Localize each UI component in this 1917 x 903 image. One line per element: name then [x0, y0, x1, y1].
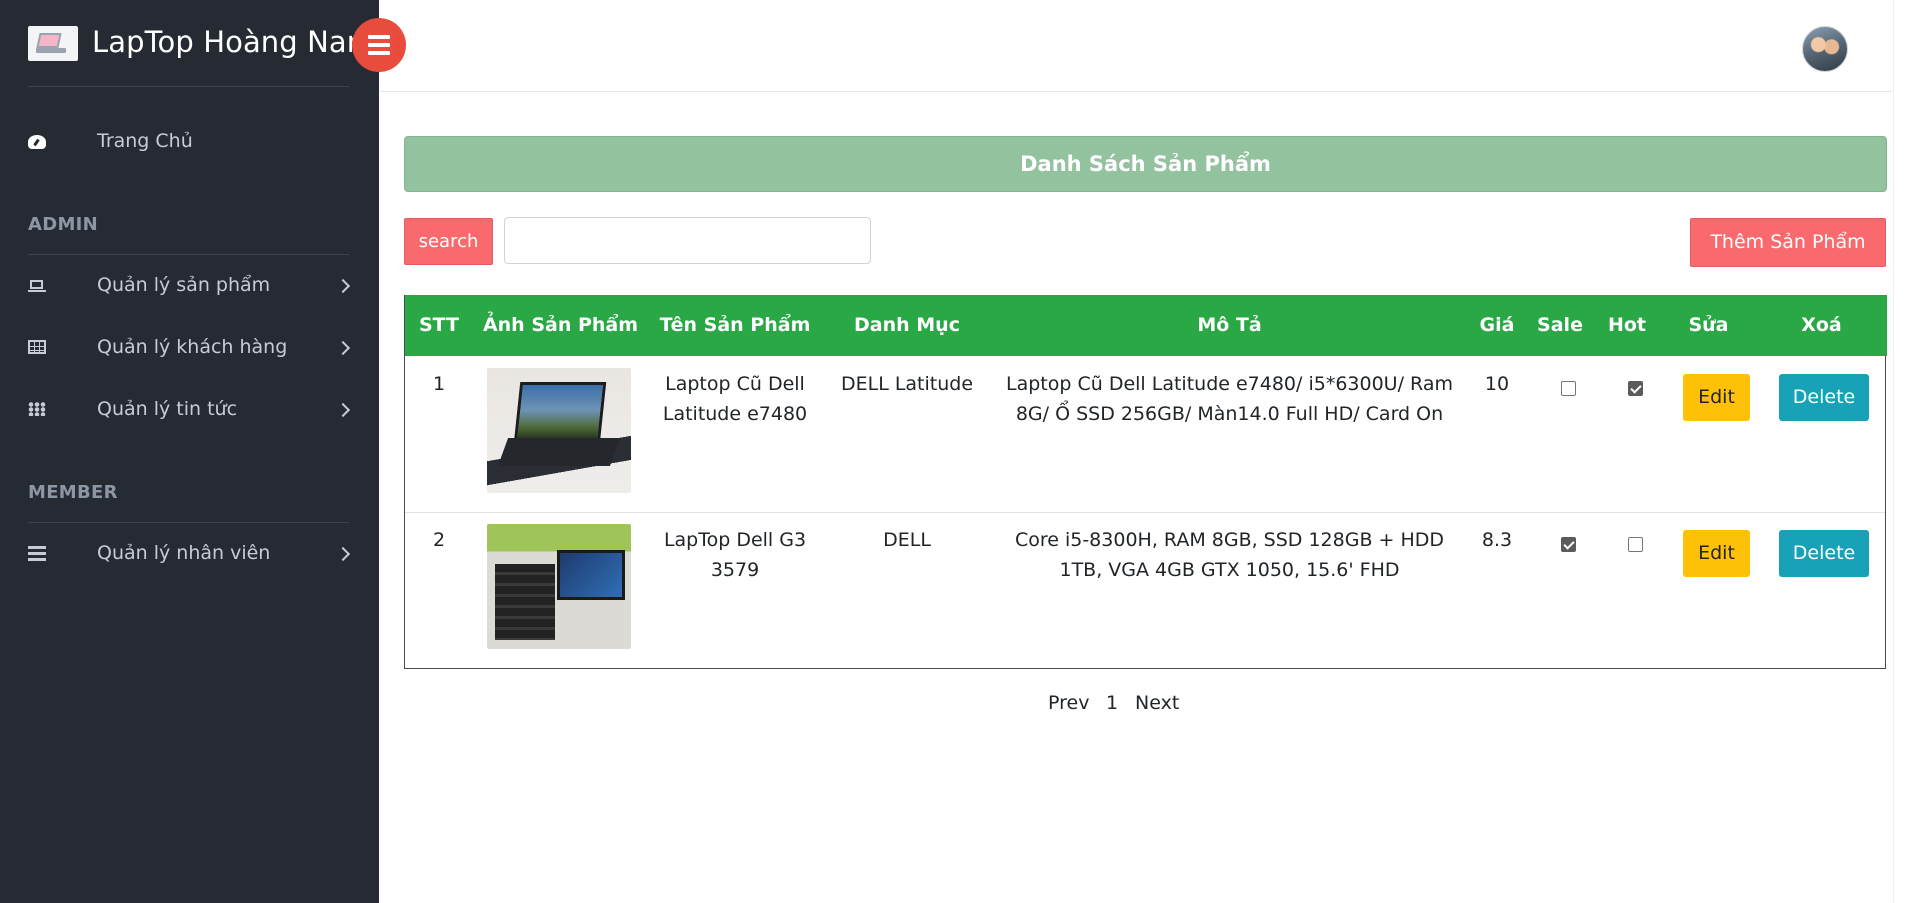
product-image	[487, 524, 631, 649]
sidebar-toggle-button[interactable]	[352, 18, 406, 72]
delete-button[interactable]: Delete	[1779, 374, 1869, 421]
search-input[interactable]	[504, 217, 871, 264]
product-category: DELL	[883, 529, 931, 551]
column-header-image: Ảnh Sản Phẩm	[482, 314, 639, 336]
chevron-right-icon	[338, 544, 348, 559]
hot-checkbox[interactable]	[1628, 537, 1643, 552]
sidebar: LapTop Hoàng Nam Trang Chủ ADMIN Quản lý…	[0, 0, 379, 903]
sale-checkbox[interactable]	[1561, 381, 1576, 396]
product-description: Laptop Cũ Dell Latitude e7480/ i5*6300U/…	[1006, 373, 1453, 425]
product-category: DELL Latitude	[840, 373, 974, 395]
edit-button[interactable]: Edit	[1683, 530, 1750, 577]
product-name: Laptop Cũ Dell Latitude e7480	[662, 373, 808, 425]
chevron-right-icon	[338, 338, 348, 353]
product-table: STT Ảnh Sản Phẩm Tên Sản Phẩm Danh Mục M…	[404, 295, 1887, 669]
edit-button[interactable]: Edit	[1683, 374, 1750, 421]
delete-button[interactable]: Delete	[1779, 530, 1869, 577]
add-product-button[interactable]: Thêm Sản Phẩm	[1690, 218, 1886, 267]
avatar[interactable]	[1802, 26, 1848, 72]
table-row: 2 LapTop Dell G3 3579 DELL Core i5-8300H…	[405, 512, 1885, 669]
chevron-right-icon	[338, 276, 348, 291]
sidebar-item-customers[interactable]: Quản lý khách hàng	[0, 325, 379, 371]
column-header-price: Giá	[1479, 314, 1515, 336]
product-description: Core i5-8300H, RAM 8GB, SSD 128GB + HDD …	[1014, 529, 1445, 581]
row-stt: 2	[432, 529, 446, 551]
sidebar-item-label: Trang Chủ	[97, 130, 193, 152]
scrollbar[interactable]	[1893, 0, 1917, 903]
hot-checkbox[interactable]	[1628, 381, 1643, 396]
table-header: STT Ảnh Sản Phẩm Tên Sản Phẩm Danh Mục M…	[405, 295, 1887, 356]
product-price: 10	[1484, 373, 1510, 395]
column-header-delete: Xoá	[1801, 314, 1842, 336]
table-row: 1 Laptop Cũ Dell Latitude e7480 DELL Lat…	[405, 356, 1885, 513]
column-header-category: Danh Mục	[854, 314, 960, 336]
sidebar-item-label: Quản lý nhân viên	[97, 542, 271, 564]
sidebar-item-products[interactable]: Quản lý sản phẩm	[0, 263, 379, 309]
product-name: LapTop Dell G3 3579	[663, 529, 807, 581]
top-bar	[379, 0, 1893, 92]
divider	[28, 522, 349, 523]
section-title-member: MEMBER	[28, 482, 118, 503]
chevron-right-icon	[338, 400, 348, 415]
laptop-logo-icon	[28, 26, 78, 61]
sale-checkbox[interactable]	[1561, 537, 1576, 552]
pagination-prev[interactable]: Prev	[1048, 692, 1089, 714]
row-stt: 1	[432, 373, 446, 395]
sidebar-item-label: Quản lý tin tức	[97, 398, 238, 420]
pagination-page-1[interactable]: 1	[1106, 692, 1118, 714]
pagination-next[interactable]: Next	[1135, 692, 1179, 714]
sidebar-item-home[interactable]: Trang Chủ	[0, 119, 379, 165]
section-title-admin: ADMIN	[28, 214, 99, 235]
product-image	[487, 368, 631, 493]
column-header-description: Mô Tả	[1197, 314, 1262, 336]
sidebar-item-staff[interactable]: Quản lý nhân viên	[0, 531, 379, 577]
sidebar-item-label: Quản lý sản phẩm	[97, 274, 271, 296]
dashboard-icon	[28, 135, 46, 149]
sidebar-item-news[interactable]: Quản lý tin tức	[0, 387, 379, 433]
brand-name: LapTop Hoàng Nam	[92, 25, 376, 59]
divider	[28, 86, 349, 87]
column-header-edit: Sửa	[1688, 314, 1729, 336]
page-title: Danh Sách Sản Phẩm	[404, 136, 1887, 192]
column-header-stt: STT	[418, 314, 460, 336]
sidebar-item-label: Quản lý khách hàng	[97, 336, 288, 358]
laptop-icon	[28, 278, 46, 294]
divider	[28, 254, 349, 255]
column-header-hot: Hot	[1607, 314, 1647, 336]
list-icon	[28, 546, 46, 562]
column-header-name: Tên Sản Phẩm	[659, 314, 811, 336]
search-button[interactable]: search	[404, 218, 493, 265]
brand[interactable]: LapTop Hoàng Nam	[0, 0, 379, 88]
product-price: 8.3	[1481, 529, 1513, 551]
column-header-sale: Sale	[1537, 314, 1583, 336]
table-icon	[28, 340, 46, 354]
grid-icon	[28, 402, 46, 416]
